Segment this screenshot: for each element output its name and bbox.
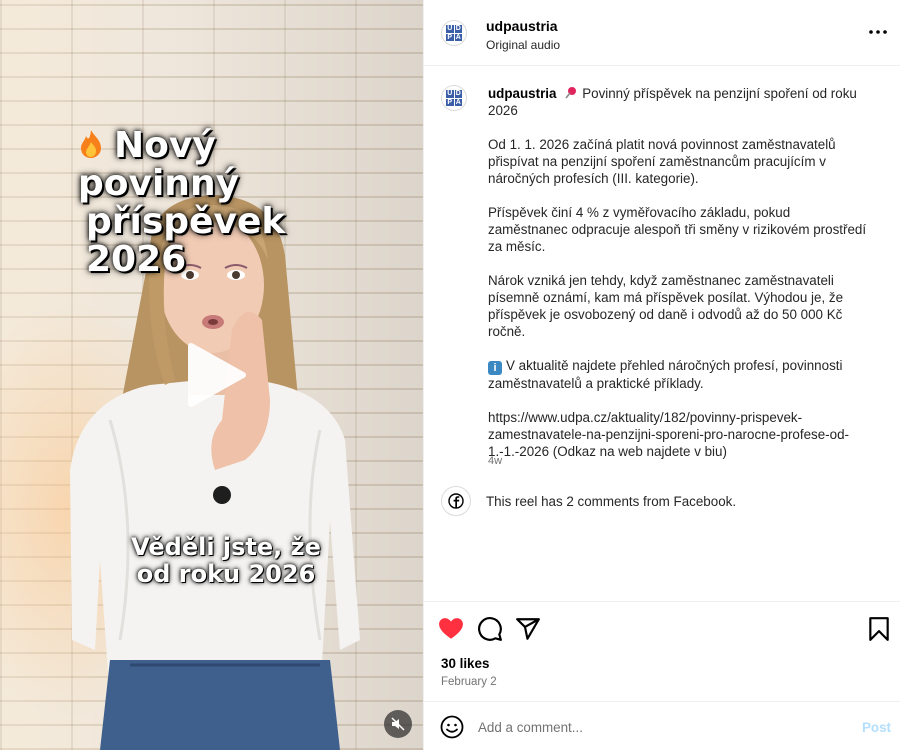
caption-paragraph-4: V aktualitě najdete přehled náročných pr… — [488, 358, 843, 391]
caption-paragraph-3: Nárok vzniká jen tehdy, když zaměstnanec… — [488, 273, 844, 339]
header-username[interactable]: udpaustria — [486, 18, 558, 34]
bookmark-icon[interactable] — [866, 616, 892, 642]
video-subtitle: Věděli jste, že od roku 2026 — [131, 533, 321, 588]
caption-section: U D P A udpaustria Povinný příspěvek na … — [424, 66, 900, 601]
facebook-comments-row[interactable]: This reel has 2 comments from Facebook. — [441, 486, 881, 518]
mute-button[interactable] — [384, 710, 412, 738]
post-button[interactable]: Post — [862, 720, 891, 735]
like-count[interactable]: 30 likes — [441, 656, 489, 671]
action-bar: 30 likes February 2 — [424, 601, 900, 701]
muted-speaker-icon — [391, 717, 405, 731]
facebook-icon — [441, 486, 471, 516]
caption-link[interactable]: https://www.udpa.cz/aktuality/182/povinn… — [488, 409, 868, 460]
post-age[interactable]: 4w — [488, 455, 502, 467]
facebook-comments-text: This reel has 2 comments from Facebook. — [486, 494, 737, 509]
fire-icon — [81, 130, 101, 158]
caption-username[interactable]: udpaustria — [488, 86, 556, 101]
comment-bar: Post — [424, 701, 900, 750]
avatar[interactable]: U D P A — [441, 20, 467, 46]
video-title-overlay: Nový povinný příspěvek 2026 — [78, 127, 378, 279]
original-audio-link[interactable]: Original audio — [486, 38, 560, 52]
post-header: U D P A udpaustria Original audio — [424, 0, 900, 66]
emoji-icon[interactable] — [440, 715, 464, 739]
video-title-line2: příspěvek 2026 — [86, 201, 286, 280]
play-icon[interactable] — [179, 340, 249, 410]
caption-text: udpaustria Povinný příspěvek na penzijní… — [488, 85, 868, 460]
post-panel: U D P A udpaustria Original audio U D P … — [423, 0, 900, 750]
caption-avatar[interactable]: U D P A — [441, 85, 467, 111]
caption-paragraph-2: Příspěvek činí 4 % z vyměřovacího základ… — [488, 205, 867, 254]
heart-icon[interactable] — [438, 616, 464, 642]
reel-video[interactable]: Nový povinný příspěvek 2026 Věděli jste,… — [0, 0, 423, 750]
comment-input[interactable] — [478, 714, 838, 740]
more-options-icon[interactable] — [866, 22, 890, 42]
pushpin-icon — [565, 87, 577, 99]
post-date[interactable]: February 2 — [441, 676, 497, 688]
info-icon: i — [488, 361, 502, 375]
comment-icon[interactable] — [477, 616, 503, 642]
caption-paragraph-1: Od 1. 1. 2026 začíná platit nová povinno… — [488, 137, 836, 186]
share-icon[interactable] — [515, 616, 541, 642]
